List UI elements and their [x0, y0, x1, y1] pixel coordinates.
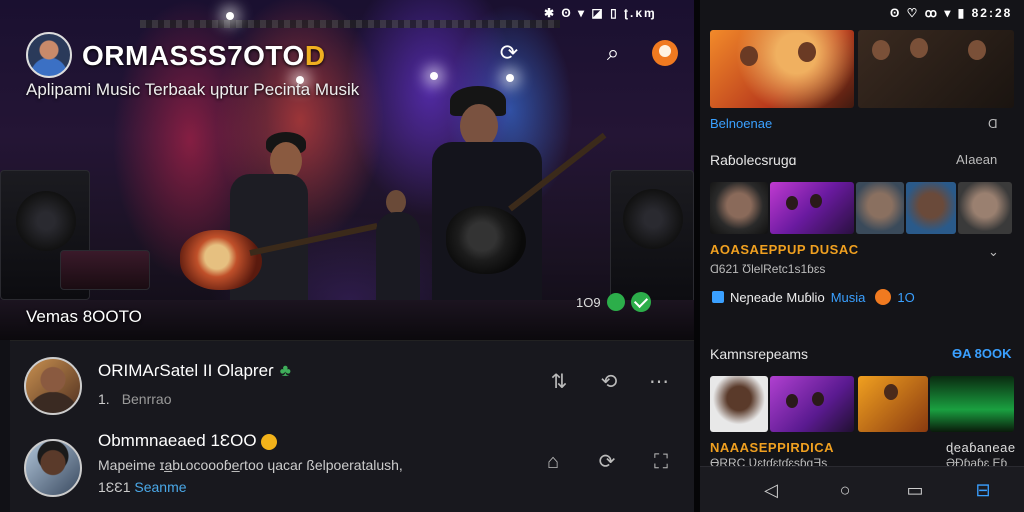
list-item[interactable]: ORIMAɾSatel II Olapreɾ ♣ 1. Benrrao ⇅ ⟲ ⋯ — [10, 345, 694, 427]
section-title: Raɓolecsrugɑ — [710, 152, 797, 168]
avatar — [24, 357, 82, 415]
section-caption: NAAASEPPIRDICA — [710, 440, 835, 455]
status-dot-icon — [606, 293, 625, 311]
hero-meta: 1O9 — [576, 292, 651, 312]
top-link[interactable]: Belnoenae — [710, 116, 772, 131]
section-subcaption: Ɑ621 ƱlelRetc1s1ɓɛs — [710, 262, 826, 276]
sync-icon[interactable]: ⟳ — [594, 449, 620, 475]
section-link[interactable]: AIaean — [956, 152, 997, 167]
artist-thumb[interactable] — [770, 182, 854, 234]
section-title: Kamnsrepeams — [710, 346, 809, 362]
list-icon — [712, 291, 724, 303]
banner-thumb[interactable] — [710, 30, 854, 108]
status-bar: ʘ ♡ ꝏ ▾ ▮ 82:28 — [890, 6, 1013, 20]
stage-truss — [140, 20, 560, 28]
item-description: Mapeime ɪa̲bʟocoooɓe̲ɾtoo ɥacaɾ ßelpoera… — [98, 457, 403, 473]
recents-icon[interactable]: ▭ — [904, 479, 926, 501]
system-nav-bar: ◁ ○ ▭ ⊟ — [700, 466, 1024, 512]
banner-thumb[interactable] — [858, 30, 1014, 108]
chevron-icon[interactable]: ⌄ — [988, 244, 999, 260]
section-caption: AOASAEPPUP DUSAC — [710, 242, 859, 257]
speaker-cabinet — [610, 170, 694, 310]
avatar — [24, 439, 82, 497]
item-title: Obmmnaeaed 1ƐOO — [98, 431, 277, 451]
status-bar: ✱ ʘ ▾ ◪ ▯ ʈ.ᴋɱ — [544, 6, 657, 20]
app-tagline: Aplipami Music Terbaak ɥptur Pecinta Mus… — [26, 80, 360, 99]
main-screen: ✱ ʘ ▾ ◪ ▯ ʈ.ᴋɱ ORMASSS7OTOD Aplipami Mus… — [0, 0, 694, 512]
expand-icon[interactable]: ⛶ — [648, 449, 674, 475]
home-icon[interactable]: ○ — [834, 479, 856, 501]
stage-light — [430, 72, 438, 80]
check-icon[interactable] — [630, 292, 651, 312]
hero-banner[interactable]: ✱ ʘ ▾ ◪ ▯ ʈ.ᴋɱ ORMASSS7OTOD Aplipami Mus… — [0, 0, 694, 340]
hero-label: Vemas 8OOTO — [26, 307, 142, 326]
app-root: ✱ ʘ ▾ ◪ ▯ ʈ.ᴋɱ ORMASSS7OTOD Aplipami Mus… — [0, 0, 1024, 512]
info-row[interactable]: Neɲeade Muɓlio Musia 1O — [712, 289, 915, 305]
keyboard — [60, 250, 150, 290]
stage-light — [506, 74, 514, 82]
emoji-icon — [260, 433, 277, 450]
item-meta: 1ƐƐ1 Seanme — [98, 479, 187, 495]
album-thumb[interactable] — [858, 376, 928, 432]
profile-icon[interactable] — [652, 40, 678, 66]
section-right-caption: ɖeaɓaneae — [946, 440, 1016, 455]
album-thumb[interactable] — [770, 376, 854, 432]
track-list: ORIMAɾSatel II Olapreɾ ♣ 1. Benrrao ⇅ ⟲ ⋯ … — [10, 340, 694, 512]
artist-thumb[interactable] — [710, 182, 768, 234]
refresh-icon[interactable]: ⟳ — [496, 40, 522, 66]
home-icon[interactable]: ⌂ — [540, 449, 566, 475]
section-link[interactable]: ƟA 8OOK — [952, 346, 1011, 361]
badge-icon — [875, 289, 892, 305]
download-icon[interactable]: ⟲ — [596, 369, 622, 395]
album-thumb[interactable] — [930, 376, 1014, 432]
back-icon[interactable]: ◁ — [760, 479, 782, 501]
list-item[interactable]: Obmmnaeaed 1ƐOO Mapeime ɪa̲bʟocoooɓe̲ɾto… — [10, 427, 694, 509]
app-avatar[interactable] — [26, 32, 72, 78]
search-icon[interactable]: ⌕ — [600, 40, 626, 66]
album-thumb[interactable] — [710, 376, 768, 432]
stage-light — [226, 12, 234, 20]
more-icon[interactable]: ⋯ — [646, 369, 672, 395]
artist-thumb[interactable] — [906, 182, 956, 234]
share-icon[interactable]: ⇅ — [546, 369, 572, 395]
app-switch-icon[interactable]: ⊟ — [972, 479, 994, 501]
item-subtitle: 1. Benrrao — [98, 391, 172, 407]
item-title: ORIMAɾSatel II Olapreɾ ♣ — [98, 361, 291, 380]
side-screen: ʘ ♡ ꝏ ▾ ▮ 82:28 Belnoenae Ɑ Raɓolecsrugɑ… — [700, 0, 1024, 512]
artist-thumb[interactable] — [958, 182, 1012, 234]
chevron-icon[interactable]: Ɑ — [988, 116, 998, 131]
artist-thumb[interactable] — [856, 182, 904, 234]
leaf-icon: ♣ — [279, 361, 291, 380]
app-title: ORMASSS7OTOD — [82, 40, 326, 71]
